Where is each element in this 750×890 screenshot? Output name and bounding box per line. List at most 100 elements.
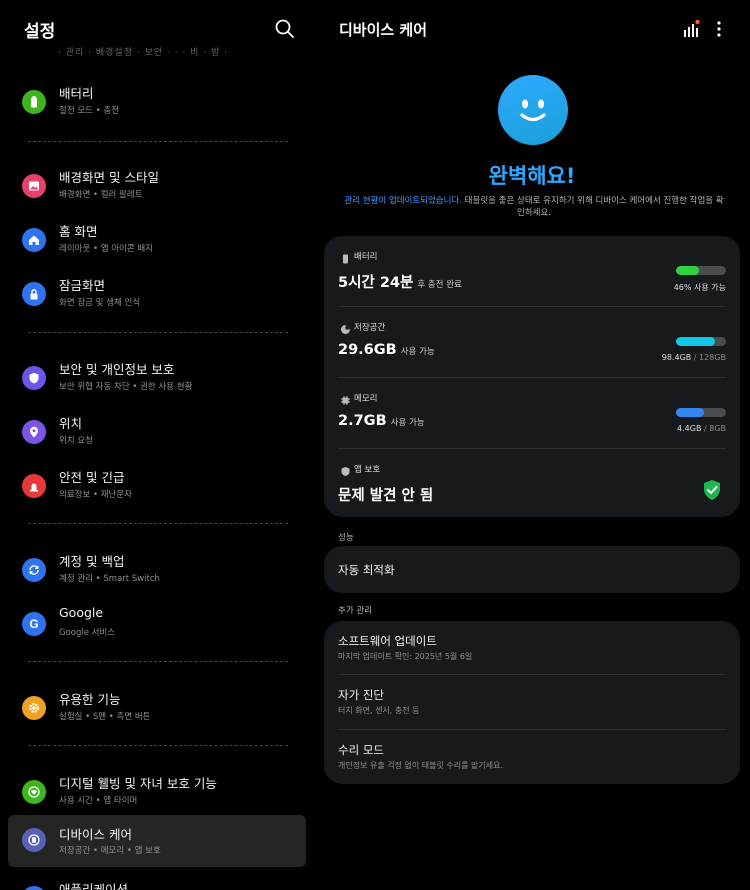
item-title: 계정 및 백업 <box>59 554 125 569</box>
battery-row[interactable]: 배터리 5시간 24분 후 충전 완료 46% 사용 가능 <box>324 236 740 306</box>
status-description: 관리 현황이 업데이트되었습니다. 태블릿을 좋은 상태로 유지하기 위해 디바… <box>344 195 724 219</box>
battery-time: 5시간 24분 후 충전 완료 <box>338 271 462 292</box>
item-title: 보안 및 개인정보 보호 <box>59 362 175 377</box>
item-title: 잠금화면 <box>59 278 106 293</box>
wallpaper-icon <box>22 174 46 198</box>
settings-item-advanced-features[interactable]: 유용한 기능 실험실 • S펜 • 측면 버튼 <box>8 685 306 733</box>
page-title: 디바이스 케어 <box>339 21 428 39</box>
section-header-performance: 성능 <box>338 533 354 543</box>
battery-bar <box>676 266 726 275</box>
item-subtitle: 절전 모드 • 충전 <box>59 106 120 116</box>
settings-item-digital-wellbeing[interactable]: 디지털 웰빙 및 자녀 보호 기능 사용 시간 • 앱 타이머 <box>8 769 306 817</box>
auto-optimization-row[interactable]: 자동 최적화 <box>324 546 740 593</box>
memory-row[interactable]: 메모리 2.7GB 사용 가능 4.4GB / 8GB <box>324 378 740 448</box>
memory-caption: 4.4GB / 8GB <box>677 424 726 433</box>
partially-hidden-item-subtitle: · 관리 · 배경설정 · 보안 · · · 비 · 방 · <box>58 48 229 56</box>
memory-bar-fill <box>676 408 704 417</box>
settings-item-accounts-backup[interactable]: 계정 및 백업 계정 관리 • Smart Switch <box>8 547 306 595</box>
item-title: 안전 및 긴급 <box>59 470 125 485</box>
item-subtitle: 레이아웃 • 앱 아이콘 배지 <box>59 244 154 254</box>
item-subtitle: 화면 잠금 및 생체 인식 <box>59 298 141 308</box>
memory-total: / 8GB <box>701 424 726 433</box>
settings-item-google[interactable]: G Google Google 서비스 <box>8 601 306 649</box>
storage-bar <box>676 337 726 346</box>
auto-optimization-title: 자동 최적화 <box>338 563 395 577</box>
memory-chip-icon <box>340 391 351 405</box>
divider <box>28 745 288 746</box>
item-title: 디지털 웰빙 및 자녀 보호 기능 <box>59 776 217 791</box>
battery-bar-fill <box>676 266 699 275</box>
storage-icon <box>340 320 351 334</box>
battery-label: 배터리 <box>354 252 378 262</box>
item-subtitle: 실험실 • S펜 • 측면 버튼 <box>59 712 151 722</box>
more-options-icon[interactable] <box>710 18 728 40</box>
repair-mode-subtitle: 개인정보 유출 걱정 없이 태블릿 수리를 맡기세요. <box>338 761 503 770</box>
settings-item-lock-screen[interactable]: 잠금화면 화면 잠금 및 생체 인식 <box>8 271 306 319</box>
section-header-extra-management: 추가 관리 <box>338 606 372 616</box>
settings-item-safety-emergency[interactable]: 안전 및 긴급 의료정보 • 재난문자 <box>8 463 306 511</box>
smiley-face-icon <box>498 75 568 145</box>
bar-chart-icon[interactable] <box>680 18 702 40</box>
shield-check-icon <box>702 479 722 501</box>
divider <box>28 523 288 524</box>
software-update-row[interactable]: 소프트웨어 업데이트 마지막 업데이트 확인: 2025년 5월 6일 <box>324 621 740 674</box>
item-subtitle: 사용 시간 • 앱 타이머 <box>59 796 138 806</box>
sync-icon <box>22 558 46 582</box>
settings-item-wallpaper[interactable]: 배경화면 및 스타일 배경화면 • 컬러 팔레트 <box>8 163 306 211</box>
status-text: 태블릿을 좋은 상태로 유지하기 위해 디바이스 케어에서 진행한 작업을 확인… <box>461 196 724 218</box>
item-subtitle: 의료정보 • 재난문자 <box>59 490 132 500</box>
shield-icon <box>340 462 351 476</box>
search-icon[interactable] <box>272 16 298 42</box>
gear-plus-icon <box>22 696 46 720</box>
item-title: 유용한 기능 <box>59 692 121 707</box>
item-title: 애플리케이션 <box>59 882 129 890</box>
battery-icon <box>340 249 351 264</box>
battery-time-value: 5시간 24분 <box>338 275 414 291</box>
settings-panel: 설정 · 관리 · 배경설정 · 보안 · · · 비 · 방 · 배터리 절전… <box>0 0 314 890</box>
battery-icon <box>22 90 46 114</box>
status-update-link[interactable]: 관리 현황이 업데이트되었습니다. <box>344 196 462 206</box>
storage-available: 29.6GB 사용 가능 <box>338 342 435 358</box>
item-title: Google <box>59 605 104 620</box>
storage-available-suffix: 사용 가능 <box>400 347 435 357</box>
settings-item-battery[interactable]: 배터리 절전 모드 • 충전 <box>8 79 306 127</box>
settings-item-home-screen[interactable]: 홈 화면 레이아웃 • 앱 아이콘 배지 <box>8 217 306 265</box>
memory-available-suffix: 사용 가능 <box>390 418 425 428</box>
self-diagnosis-subtitle: 터치 화면, 센서, 충전 등 <box>338 706 420 715</box>
app-protection-label: 앱 보호 <box>354 465 381 475</box>
item-subtitle: Google 서비스 <box>59 628 116 638</box>
divider <box>28 141 288 142</box>
settings-item-device-care[interactable]: 디바이스 케어 저장공간 • 메모리 • 앱 보호 <box>8 815 306 867</box>
app-protection-status: 문제 발견 안 됨 <box>338 488 434 504</box>
device-care-icon <box>22 828 46 852</box>
item-subtitle: 저장공간 • 메모리 • 앱 보호 <box>59 846 161 856</box>
google-icon: G <box>22 612 46 636</box>
storage-row[interactable]: 저장공간 29.6GB 사용 가능 98.4GB / 128GB <box>324 307 740 377</box>
divider <box>28 332 288 333</box>
self-diagnosis-title: 자가 진단 <box>338 688 384 702</box>
settings-item-location[interactable]: 위치 위치 요청 <box>8 409 306 457</box>
repair-mode-title: 수리 모드 <box>338 743 384 757</box>
divider <box>28 661 288 662</box>
app-protection-row[interactable]: 앱 보호 문제 발견 안 됨 <box>324 449 740 517</box>
storage-bar-fill <box>676 337 715 346</box>
storage-used: 98.4GB <box>661 353 692 362</box>
storage-caption: 98.4GB / 128GB <box>662 353 726 362</box>
software-update-subtitle: 마지막 업데이트 확인: 2025년 5월 6일 <box>338 652 473 661</box>
status-title: 완벽해요! <box>488 164 576 188</box>
battery-time-suffix: 후 충전 완료 <box>417 280 462 290</box>
settings-item-security-privacy[interactable]: 보안 및 개인정보 보호 보안 위협 자동 차단 • 권한 사용 현황 <box>8 355 306 403</box>
repair-mode-row[interactable]: 수리 모드 개인정보 유출 걱정 없이 태블릿 수리를 맡기세요. <box>324 730 740 784</box>
item-title: 홈 화면 <box>59 224 98 239</box>
battery-caption: 46% 사용 가능 <box>673 283 726 292</box>
item-title: 위치 <box>59 416 83 431</box>
storage-total: / 128GB <box>691 353 726 362</box>
memory-label: 메모리 <box>354 394 378 404</box>
lock-icon <box>22 282 46 306</box>
settings-item-apps[interactable]: 애플리케이션 <box>8 875 306 890</box>
storage-available-value: 29.6GB <box>338 342 397 358</box>
software-update-title: 소프트웨어 업데이트 <box>338 634 437 648</box>
memory-available-value: 2.7GB <box>338 413 387 429</box>
item-title: 배터리 <box>59 86 94 101</box>
self-diagnosis-row[interactable]: 자가 진단 터치 화면, 센서, 충전 등 <box>324 675 740 729</box>
